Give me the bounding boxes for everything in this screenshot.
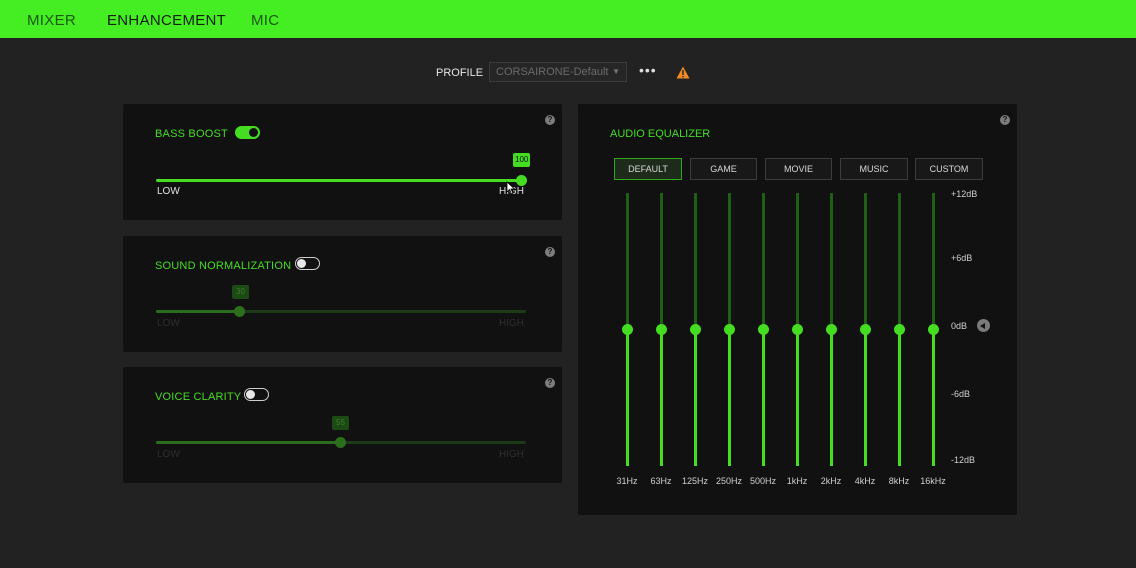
voice-clarity-value-badge: 55	[332, 416, 349, 430]
help-icon[interactable]: ?	[545, 115, 555, 125]
profile-selected-value: CORSAIRONE-Default	[496, 66, 609, 78]
eq-band-track-lower[interactable]	[863, 329, 867, 466]
eq-band-track-lower[interactable]	[761, 329, 765, 466]
tab-mixer[interactable]: MIXER	[27, 12, 76, 29]
eq-band-knob[interactable]	[621, 324, 633, 335]
bass-boost-value-badge: 100	[513, 153, 531, 167]
tab-enhancement[interactable]: ENHANCEMENT	[107, 12, 226, 29]
eq-band-track-upper[interactable]	[625, 193, 629, 330]
db-label-plus6: +6dB	[951, 253, 973, 263]
eq-band-track-lower[interactable]	[897, 329, 901, 466]
help-icon[interactable]: ?	[545, 247, 555, 257]
eq-band-track-upper[interactable]	[761, 193, 765, 330]
eq-band-knob[interactable]	[859, 324, 871, 335]
db-label-minus12: -12dB	[951, 455, 976, 465]
bass-boost-panel: ? BASS BOOST 100 LOW HIGH	[123, 104, 562, 220]
eq-band-track-lower[interactable]	[795, 329, 799, 466]
eq-band-knob[interactable]	[689, 324, 701, 335]
preset-game-button[interactable]: GAME	[690, 158, 757, 180]
db-label-plus12: +12dB	[951, 189, 978, 199]
bass-boost-low-label: LOW	[157, 186, 180, 197]
profile-dropdown[interactable]: CORSAIRONE-Default ▼	[489, 62, 627, 82]
warning-icon[interactable]	[676, 66, 690, 79]
toggle-knob	[249, 128, 258, 137]
toggle-knob	[246, 389, 255, 399]
voice-clarity-toggle[interactable]	[244, 388, 269, 401]
eq-band-track-upper[interactable]	[795, 193, 799, 330]
bass-boost-title: BASS BOOST	[155, 128, 228, 140]
help-icon[interactable]: ?	[1000, 115, 1010, 125]
chevron-down-icon: ▼	[612, 67, 620, 76]
eq-band-track-lower[interactable]	[625, 329, 629, 466]
sound-normalization-slider-fill	[156, 310, 240, 313]
profile-row: PROFILE CORSAIRONE-Default ▼ •••	[0, 62, 1136, 84]
eq-band-track-lower[interactable]	[727, 329, 731, 466]
eq-band-track-lower[interactable]	[659, 329, 663, 466]
sound-normalization-panel: ? SOUND NORMALIZATION 30 LOW HIGH	[123, 236, 562, 352]
bass-boost-slider-knob[interactable]	[516, 175, 527, 186]
eq-band-knob[interactable]	[791, 324, 803, 335]
top-tab-bar: MIXER ENHANCEMENT MIC	[0, 0, 1136, 38]
help-icon[interactable]: ?	[545, 378, 555, 388]
preset-music-button[interactable]: MUSIC	[840, 158, 908, 180]
eq-band-track-upper[interactable]	[863, 193, 867, 330]
voice-clarity-high-label: HIGH	[499, 449, 524, 460]
eq-band-knob[interactable]	[825, 324, 837, 335]
sound-normalization-low-label: LOW	[157, 318, 180, 329]
reset-icon[interactable]	[977, 319, 990, 332]
preset-custom-button[interactable]: CUSTOM	[915, 158, 983, 180]
more-options-button[interactable]: •••	[639, 62, 657, 78]
eq-band-track-upper[interactable]	[693, 193, 697, 330]
eq-band-track-upper[interactable]	[829, 193, 833, 330]
mouse-cursor-icon	[506, 181, 516, 195]
voice-clarity-slider-knob[interactable]	[335, 437, 346, 448]
audio-equalizer-title: AUDIO EQUALIZER	[610, 128, 711, 140]
eq-band-track-upper[interactable]	[659, 193, 663, 330]
profile-label: PROFILE	[436, 67, 484, 79]
bass-boost-toggle[interactable]	[235, 126, 260, 139]
eq-band-track-upper[interactable]	[897, 193, 901, 330]
voice-clarity-panel: ? VOICE CLARITY 55 LOW HIGH	[123, 367, 562, 483]
eq-band-track-lower[interactable]	[829, 329, 833, 466]
eq-band-knob[interactable]	[757, 324, 769, 335]
db-label-minus6: -6dB	[951, 389, 971, 399]
preset-movie-button[interactable]: MOVIE	[765, 158, 832, 180]
eq-band-knob[interactable]	[927, 324, 939, 335]
preset-default-button[interactable]: DEFAULT	[614, 158, 682, 180]
tab-mic[interactable]: MIC	[251, 12, 279, 29]
db-label-0: 0dB	[951, 321, 968, 331]
voice-clarity-title: VOICE CLARITY	[155, 391, 242, 403]
sound-normalization-slider-knob[interactable]	[234, 306, 245, 317]
sound-normalization-toggle[interactable]	[295, 257, 320, 270]
voice-clarity-slider-fill	[156, 441, 341, 444]
eq-band-track-lower[interactable]	[931, 329, 935, 466]
eq-band-freq-label: 16kHz	[920, 476, 946, 486]
eq-band-knob[interactable]	[893, 324, 905, 335]
sound-normalization-high-label: HIGH	[499, 318, 524, 329]
sound-normalization-title: SOUND NORMALIZATION	[155, 260, 292, 272]
eq-band-track-lower[interactable]	[693, 329, 697, 466]
bass-boost-slider-track[interactable]	[156, 179, 522, 182]
eq-band-track-upper[interactable]	[931, 193, 935, 330]
eq-band-knob[interactable]	[723, 324, 735, 335]
eq-band-knob[interactable]	[655, 324, 667, 335]
eq-band-track-upper[interactable]	[727, 193, 731, 330]
voice-clarity-low-label: LOW	[157, 449, 180, 460]
toggle-knob	[297, 258, 306, 268]
sound-normalization-value-badge: 30	[232, 285, 249, 299]
